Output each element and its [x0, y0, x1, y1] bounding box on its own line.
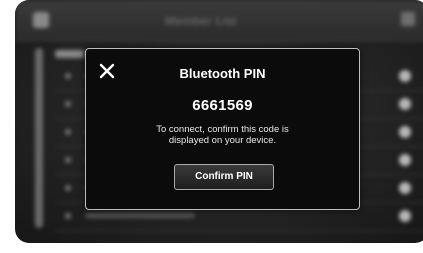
confirm-pin-button[interactable]: Confirm PIN	[174, 164, 274, 190]
bluetooth-pin-dialog: Bluetooth PIN 6661569 To connect, confir…	[85, 48, 360, 210]
background-scrollbar	[35, 48, 43, 228]
menu-icon	[401, 12, 415, 26]
list-toggle-icon	[399, 98, 411, 110]
list-item-placeholder	[85, 213, 195, 218]
list-bullet-icon	[65, 185, 71, 191]
message-line: displayed on your device.	[168, 135, 277, 146]
background-header: Member List	[15, 0, 423, 41]
list-toggle-icon	[399, 126, 411, 138]
background-label	[55, 50, 85, 58]
list-toggle-icon	[399, 210, 411, 222]
list-toggle-icon	[399, 154, 411, 166]
message-line: To connect, confirm this code is	[156, 124, 289, 135]
list-bullet-icon	[65, 213, 71, 219]
dialog-message: To connect, confirm this code is display…	[106, 124, 339, 146]
pin-code: 6661569	[192, 97, 253, 114]
list-bullet-icon	[65, 101, 71, 107]
list-bullet-icon	[65, 129, 71, 135]
list-bullet-icon	[65, 157, 71, 163]
dialog-title: Bluetooth PIN	[179, 66, 266, 81]
back-arrow-icon	[33, 12, 49, 28]
list-bullet-icon	[65, 73, 71, 79]
list-toggle-icon	[399, 70, 411, 82]
background-header-title: Member List	[165, 14, 237, 28]
list-toggle-icon	[399, 182, 411, 194]
